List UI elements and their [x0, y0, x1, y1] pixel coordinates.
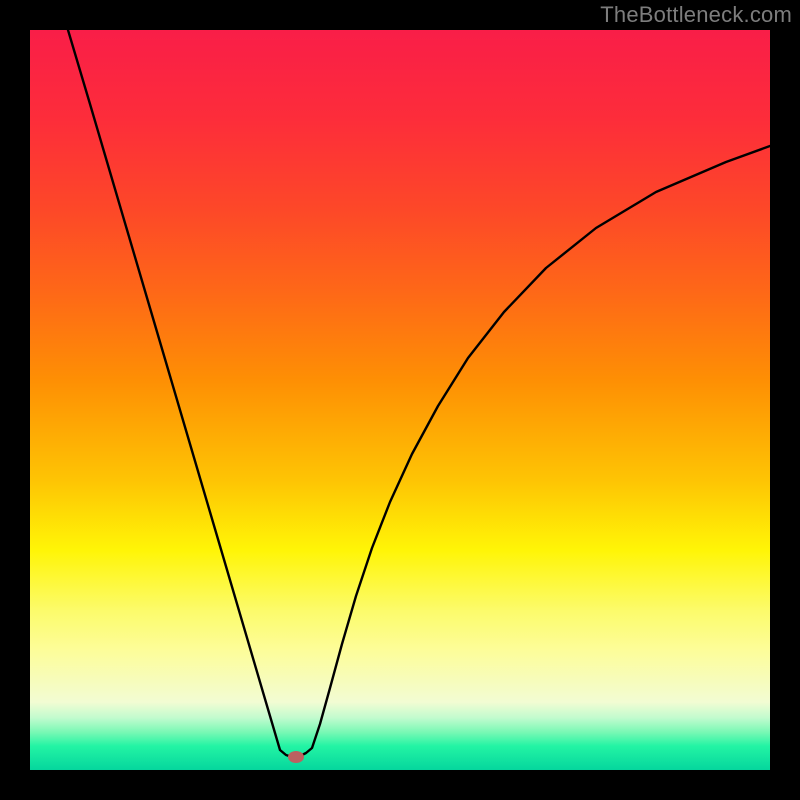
watermark: TheBottleneck.com	[600, 2, 792, 28]
minimum-marker	[288, 751, 304, 763]
plot-area	[30, 30, 770, 770]
bottleneck-curve	[68, 30, 770, 757]
chart-container: TheBottleneck.com	[0, 0, 800, 800]
curve-svg	[30, 30, 770, 770]
